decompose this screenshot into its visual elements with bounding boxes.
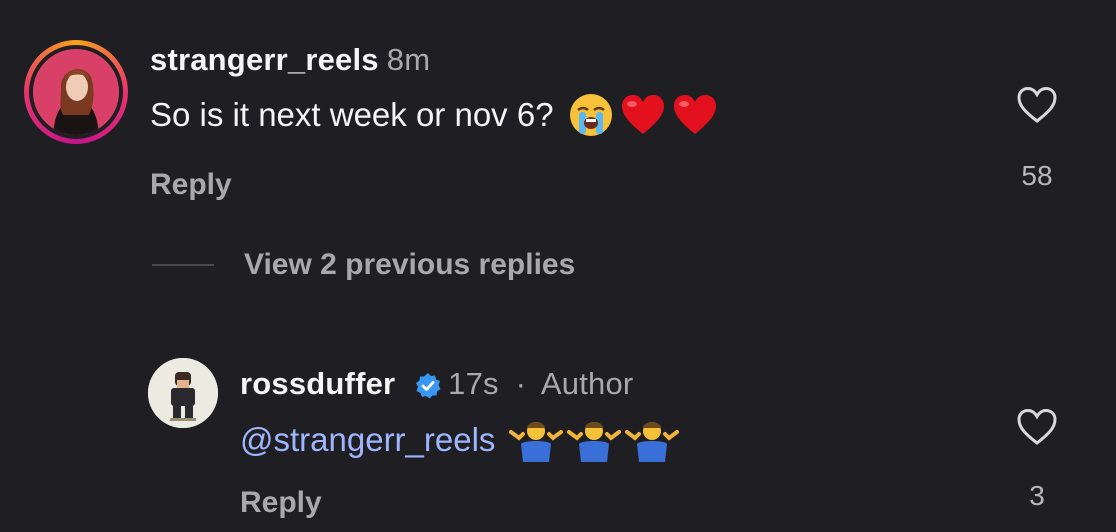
- reply-timestamp: 17s: [448, 366, 499, 401]
- red-heart-emoji: [621, 95, 664, 134]
- loudly-crying-face-emoji: [569, 94, 612, 136]
- reply-emojis: [509, 418, 680, 462]
- like-count[interactable]: 3: [1007, 480, 1067, 512]
- story-ring-avatar[interactable]: [24, 40, 128, 144]
- view-replies-label[interactable]: View 2 previous replies: [244, 248, 575, 282]
- author-label: Author: [540, 366, 634, 401]
- comment-timestamp: 8m: [386, 42, 431, 77]
- username-text[interactable]: rossduffer: [240, 366, 395, 401]
- thread-divider: [152, 264, 214, 266]
- reply-button[interactable]: Reply: [240, 486, 322, 520]
- reply-body: @strangerr_reels: [240, 418, 680, 462]
- like-heart-icon[interactable]: [1016, 408, 1058, 446]
- username-text[interactable]: strangerr_reels: [150, 42, 379, 77]
- avatar: [33, 49, 119, 135]
- comment-body: So is it next week or nov 6?: [150, 92, 718, 138]
- mention-link[interactable]: @strangerr_reels: [240, 421, 495, 459]
- like-count[interactable]: 58: [1007, 160, 1067, 192]
- separator-dot: ·: [515, 366, 527, 401]
- comment-emojis: [568, 92, 718, 138]
- avatar[interactable]: [148, 358, 218, 428]
- reply-button[interactable]: Reply: [150, 168, 232, 202]
- man-shrugging-emoji: [567, 422, 622, 462]
- reply-username[interactable]: rossduffer 17s · Author: [240, 366, 633, 402]
- comments-screen: strangerr_reels 8m So is it next week or …: [0, 0, 1116, 532]
- man-shrugging-emoji: [625, 422, 680, 462]
- comment-username[interactable]: strangerr_reels 8m: [150, 42, 430, 78]
- like-heart-icon[interactable]: [1016, 86, 1058, 124]
- comment-text: So is it next week or nov 6?: [150, 96, 554, 133]
- view-previous-replies[interactable]: View 2 previous replies: [152, 248, 575, 282]
- man-shrugging-emoji: [509, 422, 564, 462]
- red-heart-emoji: [673, 95, 716, 134]
- verified-badge-icon: [416, 372, 441, 399]
